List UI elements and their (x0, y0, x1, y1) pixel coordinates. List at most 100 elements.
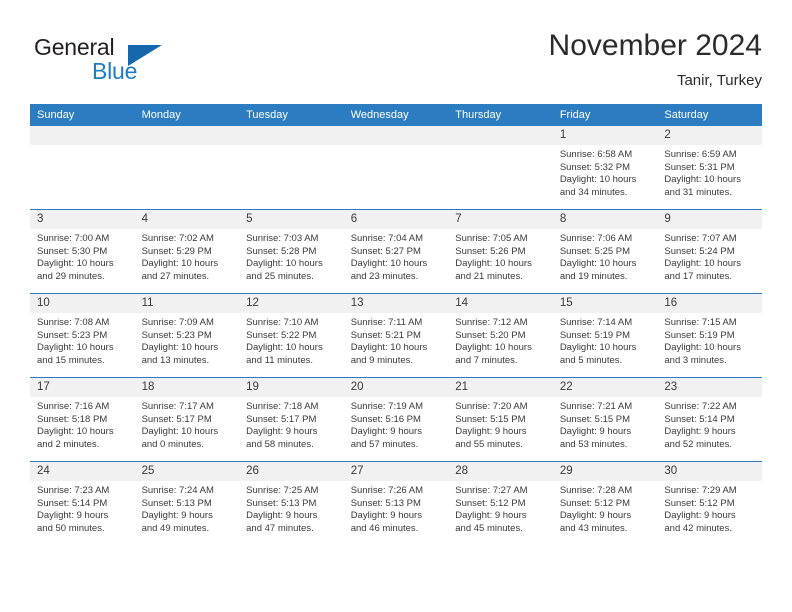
calendar-day-cell[interactable]: 9 Sunrise: 7:07 AM Sunset: 5:24 PM Daylight… (657, 209, 762, 294)
daylight-text-line2: and 58 minutes. (246, 438, 314, 450)
sunset-text: Sunset: 5:31 PM (664, 161, 735, 173)
day-details: Sunrise: 7:20 AM Sunset: 5:15 PM Daylight:… (448, 397, 553, 451)
calendar-day-cell[interactable]: 14 Sunrise: 7:12 AM Sunset: 5:20 PM Dayligh… (448, 293, 553, 378)
calendar-day-cell[interactable]: 12 Sunrise: 7:10 AM Sunset: 5:22 PM Dayligh… (239, 293, 344, 378)
daylight-text-line1: Daylight: 10 hours (350, 342, 428, 354)
calendar-day-cell[interactable]: 17 Sunrise: 7:16 AM Sunset: 5:18 PM Dayligh… (30, 377, 135, 462)
daylight-text-line2: and 2 minutes. (37, 438, 100, 450)
day-number: 4 (134, 210, 240, 229)
daylight-text-line2: and 57 minutes. (350, 438, 419, 450)
sunset-text: Sunset: 5:26 PM (455, 245, 526, 257)
day-number (134, 126, 240, 145)
logo-primary-text: General (34, 34, 115, 60)
calendar-day-cell[interactable]: 28 Sunrise: 7:27 AM Sunset: 5:12 PM Dayligh… (448, 461, 553, 545)
sunset-text: Sunset: 5:23 PM (141, 329, 212, 341)
calendar-day-cell[interactable]: 8 Sunrise: 7:06 AM Sunset: 5:25 PM Daylight… (552, 209, 658, 294)
calendar-day-cell[interactable]: 22 Sunrise: 7:21 AM Sunset: 5:15 PM Dayligh… (552, 377, 658, 462)
calendar-day-cell[interactable]: 30 Sunrise: 7:29 AM Sunset: 5:12 PM Dayligh… (657, 461, 762, 545)
daylight-text-line2: and 5 minutes. (559, 354, 623, 366)
sunset-text: Sunset: 5:22 PM (246, 329, 317, 341)
page-title: November 2024 (548, 29, 762, 62)
day-details: Sunrise: 7:03 AM Sunset: 5:28 PM Daylight:… (239, 229, 344, 283)
day-details: Sunrise: 7:06 AM Sunset: 5:25 PM Daylight:… (553, 229, 658, 283)
sunset-text: Sunset: 5:13 PM (141, 497, 212, 509)
calendar-day-cell[interactable]: 20 Sunrise: 7:19 AM Sunset: 5:16 PM Dayligh… (343, 377, 449, 462)
daylight-text-line1: Daylight: 9 hours (246, 426, 318, 438)
calendar-day-cell[interactable]: 1 Sunrise: 6:58 AM Sunset: 5:32 PM Daylight… (552, 126, 658, 210)
daylight-text-line2: and 45 minutes. (455, 522, 523, 534)
day-details: Sunrise: 7:11 AM Sunset: 5:21 PM Daylight:… (344, 313, 449, 367)
calendar-day-cell[interactable]: 25 Sunrise: 7:24 AM Sunset: 5:13 PM Dayligh… (134, 461, 240, 545)
calendar-day-cell[interactable]: 29 Sunrise: 7:28 AM Sunset: 5:12 PM Dayligh… (552, 461, 658, 545)
calendar-day-cell[interactable]: 16 Sunrise: 7:15 AM Sunset: 5:19 PM Dayligh… (657, 293, 762, 378)
calendar-day-cell[interactable]: 7 Sunrise: 7:05 AM Sunset: 5:26 PM Daylight… (448, 209, 553, 294)
calendar-day-cell[interactable]: 18 Sunrise: 7:17 AM Sunset: 5:17 PM Dayligh… (134, 377, 240, 462)
general-blue-logo[interactable]: General Blue (34, 34, 174, 90)
title-block: November 2024 Tanir, Turkey (549, 28, 762, 92)
calendar-day-cell[interactable]: 23 Sunrise: 7:22 AM Sunset: 5:14 PM Dayligh… (657, 377, 762, 462)
day-number: 25 (134, 462, 240, 481)
calendar-day-cell[interactable]: 4 Sunrise: 7:02 AM Sunset: 5:29 PM Daylight… (134, 209, 240, 294)
weekday-header-tuesday: Tuesday (239, 104, 344, 126)
sunrise-text: Sunrise: 7:00 AM (37, 233, 110, 244)
day-details: Sunrise: 7:09 AM Sunset: 5:23 PM Daylight:… (135, 313, 240, 367)
sunrise-text: Sunrise: 6:58 AM (559, 149, 633, 160)
calendar-day-cell[interactable]: 24 Sunrise: 7:23 AM Sunset: 5:14 PM Dayligh… (30, 461, 135, 545)
calendar-day-cell[interactable]: 6 Sunrise: 7:04 AM Sunset: 5:27 PM Daylight… (343, 209, 449, 294)
day-number: 29 (552, 462, 658, 481)
day-number: 14 (448, 294, 553, 313)
weekday-header-thursday: Thursday (448, 104, 553, 126)
calendar-day-cell[interactable]: 5 Sunrise: 7:03 AM Sunset: 5:28 PM Daylight… (239, 209, 344, 294)
sunset-text: Sunset: 5:24 PM (664, 245, 735, 257)
day-details: Sunrise: 7:18 AM Sunset: 5:17 PM Daylight:… (239, 397, 344, 451)
day-number: 24 (30, 462, 135, 481)
day-number: 18 (134, 378, 240, 397)
day-details: Sunrise: 7:05 AM Sunset: 5:26 PM Daylight:… (448, 229, 553, 283)
day-number: 3 (30, 210, 135, 229)
sunset-text: Sunset: 5:25 PM (559, 245, 631, 257)
daylight-text-line2: and 47 minutes. (246, 522, 314, 534)
daylight-text-line1: Daylight: 9 hours (664, 426, 736, 438)
daylight-text-line2: and 31 minutes. (664, 186, 732, 198)
calendar-day-cell[interactable]: 19 Sunrise: 7:18 AM Sunset: 5:17 PM Dayligh… (239, 377, 344, 462)
daylight-text-line1: Daylight: 10 hours (664, 342, 741, 354)
calendar-table: Sunday Monday Tuesday Wednesday Thursday… (30, 104, 762, 545)
daylight-text-line1: Daylight: 10 hours (246, 258, 323, 270)
day-details: Sunrise: 7:16 AM Sunset: 5:18 PM Daylight:… (30, 397, 135, 451)
daylight-text-line2: and 7 minutes. (455, 354, 518, 366)
calendar-day-cell[interactable]: 13 Sunrise: 7:11 AM Sunset: 5:21 PM Dayligh… (343, 293, 449, 378)
sunrise-text: Sunrise: 7:27 AM (455, 485, 528, 496)
calendar-day-cell[interactable]: 21 Sunrise: 7:20 AM Sunset: 5:15 PM Dayligh… (448, 377, 553, 462)
calendar-day-cell[interactable]: 3 Sunrise: 7:00 AM Sunset: 5:30 PM Daylight… (30, 209, 135, 294)
calendar-day-cell[interactable]: 11 Sunrise: 7:09 AM Sunset: 5:23 PM Dayligh… (134, 293, 240, 378)
day-number (30, 126, 135, 145)
daylight-text-line2: and 23 minutes. (350, 270, 419, 282)
sunset-text: Sunset: 5:30 PM (37, 245, 108, 257)
calendar-week-row: 1 Sunrise: 6:58 AM Sunset: 5:32 PM Daylight… (30, 126, 762, 210)
calendar-day-cell[interactable]: 10 Sunrise: 7:08 AM Sunset: 5:23 PM Dayligh… (30, 293, 135, 378)
day-number: 9 (657, 210, 762, 229)
sunrise-text: Sunrise: 7:24 AM (141, 485, 214, 496)
daylight-text-line1: Daylight: 10 hours (559, 174, 637, 186)
calendar-day-cell[interactable]: 27 Sunrise: 7:26 AM Sunset: 5:13 PM Dayligh… (343, 461, 449, 545)
daylight-text-line1: Daylight: 10 hours (664, 258, 741, 270)
page-header: General Blue November 2024 Tanir, Turkey (30, 28, 762, 96)
day-number: 19 (239, 378, 344, 397)
day-number: 27 (343, 462, 449, 481)
sunset-text: Sunset: 5:13 PM (246, 497, 317, 509)
daylight-text-line2: and 13 minutes. (141, 354, 210, 366)
sunrise-text: Sunrise: 7:03 AM (246, 233, 319, 244)
day-number: 28 (448, 462, 553, 481)
sunset-text: Sunset: 5:13 PM (350, 497, 421, 509)
sunset-text: Sunset: 5:20 PM (455, 329, 526, 341)
calendar-day-cell[interactable]: 15 Sunrise: 7:14 AM Sunset: 5:19 PM Dayligh… (552, 293, 658, 378)
sunset-text: Sunset: 5:29 PM (141, 245, 212, 257)
calendar-grid: Sunday Monday Tuesday Wednesday Thursday… (30, 104, 762, 545)
logo-secondary-text: Blue (92, 58, 138, 84)
day-details: Sunrise: 7:15 AM Sunset: 5:19 PM Daylight:… (657, 313, 762, 367)
calendar-day-cell[interactable]: 26 Sunrise: 7:25 AM Sunset: 5:13 PM Dayligh… (239, 461, 344, 545)
day-details: Sunrise: 7:21 AM Sunset: 5:15 PM Daylight:… (553, 397, 658, 451)
calendar-day-cell-empty (448, 126, 553, 210)
day-details: Sunrise: 7:00 AM Sunset: 5:30 PM Daylight:… (30, 229, 135, 283)
calendar-day-cell[interactable]: 2 Sunrise: 6:59 AM Sunset: 5:31 PM Daylight… (657, 126, 762, 210)
